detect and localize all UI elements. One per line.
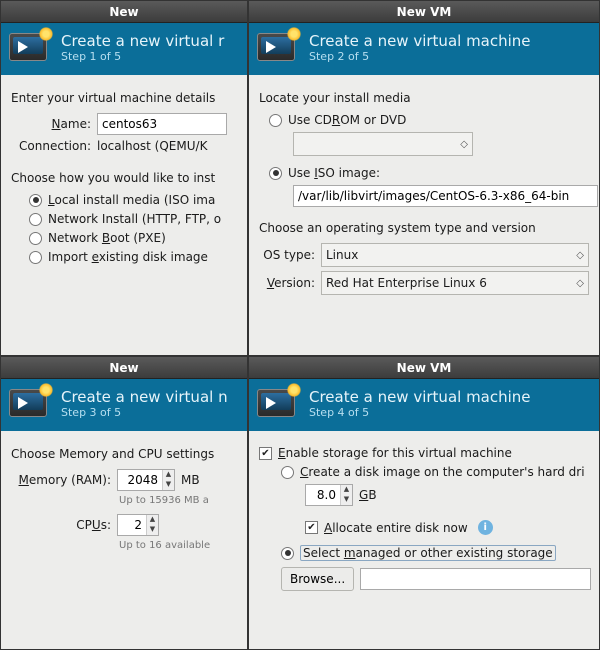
radio-icon [269, 114, 282, 127]
cpu-hint: Up to 16 available [119, 540, 239, 551]
wizard-step2: New VM Create a new virtual machine Step… [248, 0, 600, 356]
radio-icon [29, 213, 42, 226]
wizard-title: Create a new virtual machine [309, 32, 531, 50]
wizard-step4: New VM Create a new virtual machine Step… [248, 356, 600, 650]
wizard-step3: New Create a new virtual n Step 3 of 5 C… [0, 356, 248, 650]
radio-managed-storage[interactable]: Select managed or other existing storage [281, 545, 591, 561]
iso-path-input[interactable] [293, 185, 598, 207]
memory-spinner[interactable]: ▲▼ [117, 469, 175, 491]
wizard-step-label: Step 3 of 5 [61, 406, 228, 419]
radio-icon [269, 167, 282, 180]
os-type-combo[interactable]: Linux◇ [321, 243, 589, 267]
mem-cpu-heading: Choose Memory and CPU settings [11, 447, 239, 461]
cpu-label: CPUs: [11, 518, 111, 532]
window-titlebar[interactable]: New [1, 357, 247, 379]
radio-icon [281, 547, 294, 560]
checkbox-enable-storage[interactable]: ✔ Enable storage for this virtual machin… [259, 446, 591, 460]
info-icon[interactable]: i [478, 520, 493, 535]
vm-name-input[interactable] [97, 113, 227, 135]
wizard-step-label: Step 1 of 5 [61, 50, 224, 63]
wizard-header: Create a new virtual n Step 3 of 5 [1, 379, 247, 431]
wizard-header: Create a new virtual machine Step 2 of 5 [249, 23, 599, 75]
radio-icon [281, 466, 294, 479]
checkbox-icon: ✔ [305, 521, 318, 534]
memory-input[interactable] [118, 470, 162, 490]
radio-use-iso[interactable]: Use ISO image: [269, 166, 591, 180]
wizard-header: Create a new virtual machine Step 4 of 5 [249, 379, 599, 431]
cpu-input[interactable] [118, 515, 146, 535]
memory-hint: Up to 15936 MB a [119, 495, 239, 506]
window-titlebar[interactable]: New [1, 1, 247, 23]
cpu-spinner[interactable]: ▲▼ [117, 514, 159, 536]
checkbox-icon: ✔ [259, 447, 272, 460]
browse-button[interactable]: Browse... [281, 567, 354, 591]
os-type-label: OS type: [259, 248, 315, 262]
radio-create-disk[interactable]: Create a disk image on the computer's ha… [281, 465, 591, 479]
locate-media-label: Locate your install media [259, 91, 591, 105]
cdrom-device-combo[interactable]: ◇ [293, 132, 473, 156]
disk-size-unit: GB [359, 488, 377, 502]
disk-size-input[interactable] [306, 485, 340, 505]
radio-network-boot[interactable]: Network Boot (PXE) [29, 231, 239, 245]
radio-import-image[interactable]: Import existing disk image [29, 250, 239, 264]
memory-unit: MB [181, 473, 200, 487]
vm-icon [9, 29, 51, 65]
choose-os-label: Choose an operating system type and vers… [259, 221, 591, 235]
os-version-label: Version: [259, 276, 315, 290]
connection-label: Connection: [11, 139, 91, 153]
name-label: Name: [11, 117, 91, 131]
wizard-step-label: Step 2 of 5 [309, 50, 531, 63]
wizard-step-label: Step 4 of 5 [309, 406, 531, 419]
radio-use-cdrom[interactable]: Use CDROM or DVD [269, 113, 591, 127]
vm-icon [9, 385, 51, 421]
wizard-title: Create a new virtual n [61, 388, 228, 406]
memory-label: Memory (RAM): [11, 473, 111, 487]
window-titlebar[interactable]: New VM [249, 357, 599, 379]
wizard-title: Create a new virtual r [61, 32, 224, 50]
intro-label: Enter your virtual machine details [11, 91, 239, 105]
wizard-title: Create a new virtual machine [309, 388, 531, 406]
wizard-header: Create a new virtual r Step 1 of 5 [1, 23, 247, 75]
storage-path-input[interactable] [360, 568, 591, 590]
radio-icon [29, 251, 42, 264]
wizard-step1: New Create a new virtual r Step 1 of 5 E… [0, 0, 248, 356]
checkbox-allocate-now[interactable]: ✔ Allocate entire disk now i [305, 520, 591, 535]
radio-network-install[interactable]: Network Install (HTTP, FTP, o [29, 212, 239, 226]
os-version-combo[interactable]: Red Hat Enterprise Linux 6◇ [321, 271, 589, 295]
radio-icon [29, 232, 42, 245]
radio-local-media[interactable]: Local install media (ISO ima [29, 193, 239, 207]
vm-icon [257, 385, 299, 421]
radio-icon [29, 194, 42, 207]
vm-icon [257, 29, 299, 65]
window-titlebar[interactable]: New VM [249, 1, 599, 23]
install-choose-label: Choose how you would like to inst [11, 171, 239, 185]
disk-size-spinner[interactable]: ▲▼ [305, 484, 353, 506]
connection-value: localhost (QEMU/K [97, 139, 207, 153]
